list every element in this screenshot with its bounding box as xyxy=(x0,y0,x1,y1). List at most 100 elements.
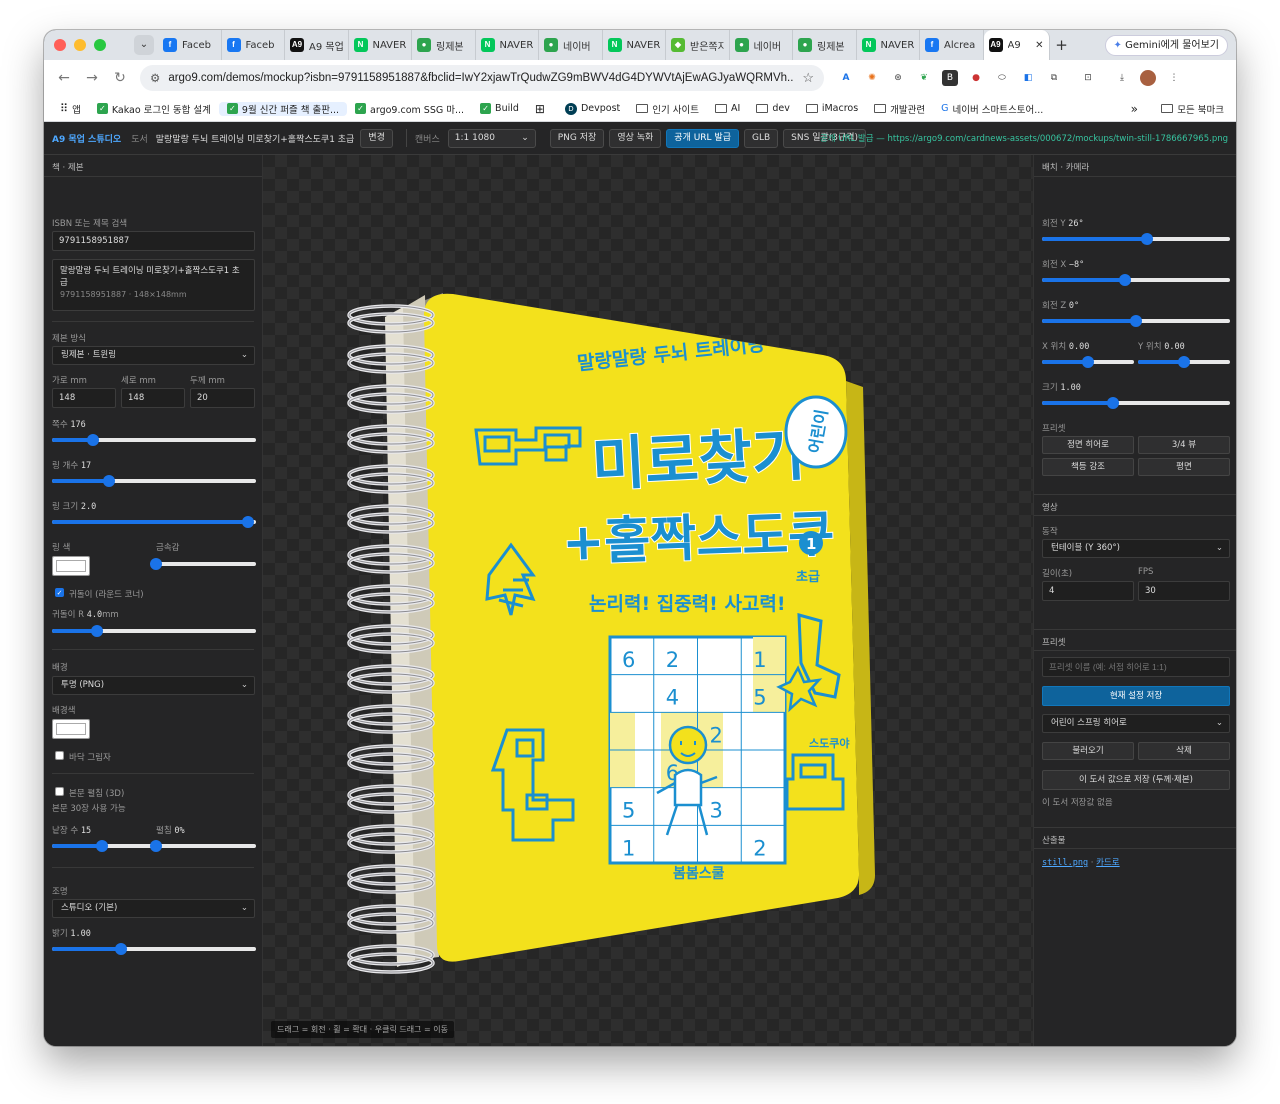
tab-search-button[interactable]: ⌄ xyxy=(134,35,154,55)
browser-tab[interactable]: ◆ 받은쪽지 xyxy=(666,30,730,60)
slider-thumb[interactable] xyxy=(1107,397,1120,409)
slider-thumb[interactable] xyxy=(1082,356,1094,368)
url-field[interactable]: ⚙ argo9.com/demos/mockup?isbn=9791158951… xyxy=(140,65,824,91)
pos-y-slider[interactable] xyxy=(1138,356,1230,368)
slider-thumb[interactable] xyxy=(1178,356,1190,368)
bookmark-item[interactable]: ✓ argo9.com SSG 마... xyxy=(347,102,472,116)
preset-name-input[interactable] xyxy=(1042,657,1230,677)
bg-color-swatch[interactable] xyxy=(52,719,90,739)
slider-thumb[interactable] xyxy=(241,516,254,528)
open-slider[interactable] xyxy=(150,840,256,852)
rot-y-slider[interactable] xyxy=(1042,233,1230,245)
binding-select[interactable]: 링제본 · 트윈링 ⌄ xyxy=(52,346,255,365)
close-window-button[interactable] xyxy=(54,39,66,51)
motion-select[interactable]: 턴테이블 (Y 360°) ⌄ xyxy=(1042,539,1230,558)
extension-b-icon[interactable]: B xyxy=(942,70,958,86)
close-tab-icon[interactable]: ✕ xyxy=(1035,40,1043,51)
bookmark-item[interactable]: G 네이버 스마트스토어... xyxy=(933,102,1051,116)
change-book-button[interactable]: 변경 xyxy=(360,128,393,148)
download-icon[interactable]: ⤓ xyxy=(1114,70,1130,86)
extension-pill-icon[interactable]: ⬭ xyxy=(994,70,1010,86)
spread-checkbox[interactable] xyxy=(55,787,64,796)
bookmark-item[interactable]: AI xyxy=(707,103,748,114)
back-icon[interactable]: ← xyxy=(50,70,78,86)
profile-avatar[interactable] xyxy=(1140,70,1156,86)
reload-icon[interactable]: ↻ xyxy=(106,70,134,86)
new-tab-button[interactable]: + xyxy=(1050,36,1074,54)
brightness-slider[interactable] xyxy=(52,943,256,955)
metal-slider[interactable] xyxy=(150,558,256,570)
browser-tab[interactable]: ● 링제본 xyxy=(793,30,857,60)
bookmark-item[interactable]: ✓ Build xyxy=(472,103,527,114)
browser-tab[interactable]: ● 네이버 xyxy=(730,30,793,60)
png-save-button[interactable]: PNG 저장 xyxy=(549,128,605,148)
preset-select[interactable]: 어린이 스프링 히어로 ⌄ xyxy=(1042,714,1230,733)
gemini-button[interactable]: ✦ Gemini에게 물어보기 xyxy=(1104,35,1228,56)
minimize-window-button[interactable] xyxy=(74,39,86,51)
delete-preset-button[interactable]: 삭제 xyxy=(1138,742,1230,760)
browser-tab[interactable]: N NAVER xyxy=(349,30,412,60)
canvas-size-select[interactable]: 1:1 1080 ⌄ xyxy=(447,128,536,148)
fps-input[interactable]: 30 xyxy=(1138,581,1230,601)
video-record-button[interactable]: 영상 녹화 xyxy=(609,128,662,148)
width-input[interactable]: 148 xyxy=(52,388,116,408)
screenshot-icon[interactable]: ⊡ xyxy=(1080,70,1096,86)
extensions-puzzle-icon[interactable]: ⧉ xyxy=(1046,70,1062,86)
slider-thumb[interactable] xyxy=(115,943,128,955)
browser-tab[interactable]: N NAVER xyxy=(476,30,539,60)
save-book-values-button[interactable]: 이 도서 값으로 저장 (두께·제본) xyxy=(1042,770,1230,790)
bookmark-star-icon[interactable]: ☆ xyxy=(802,70,814,86)
floor-shadow-checkbox[interactable] xyxy=(55,751,64,760)
round-corner-checkbox[interactable]: ✓ xyxy=(55,588,64,597)
bookmark-item[interactable]: 인기 사이트 xyxy=(628,102,707,116)
save-current-settings-button[interactable]: 현재 설정 저장 xyxy=(1042,686,1230,706)
browser-tab[interactable]: f Faceb xyxy=(222,30,285,60)
sidepanel-icon[interactable]: ◧ xyxy=(1020,70,1036,86)
zoom-window-button[interactable] xyxy=(94,39,106,51)
browser-tab[interactable]: f Faceb xyxy=(158,30,222,60)
book-mockup[interactable]: 말랑말랑 두뇌 트레이닝 미로찾기 +홀짝스도쿠 어린이 1 초급 논리력! 집… xyxy=(263,155,1033,1046)
slider-thumb[interactable] xyxy=(90,625,103,637)
length-input[interactable]: 4 xyxy=(1042,581,1134,601)
slider-thumb[interactable] xyxy=(103,475,116,487)
glb-export-button[interactable]: GLB xyxy=(744,128,779,148)
extension-leaf-icon[interactable]: ❦ xyxy=(916,70,932,86)
isbn-search-input[interactable]: 9791158951887 xyxy=(52,231,255,251)
slider-thumb[interactable] xyxy=(150,840,162,852)
extension-a-icon[interactable]: A xyxy=(838,70,854,86)
bookmark-item[interactable]: ✓ Kakao 로그인 동합 설계 xyxy=(89,102,219,116)
preset-front-hero-button[interactable]: 정면 히어로 xyxy=(1042,436,1134,454)
chatgpt-icon[interactable]: ⊛ xyxy=(890,70,906,86)
browser-tab[interactable]: f Alcrea xyxy=(920,30,984,60)
thickness-input[interactable]: 20 xyxy=(190,388,255,408)
output-card-link[interactable]: 카드로 xyxy=(1096,858,1119,868)
preset-three-quarter-button[interactable]: 3/4 뷰 xyxy=(1138,436,1230,454)
slider-thumb[interactable] xyxy=(150,558,162,570)
browser-tab[interactable]: ● 네이버 xyxy=(539,30,603,60)
height-input[interactable]: 148 xyxy=(121,388,185,408)
lighting-select[interactable]: 스튜디오 (기본) ⌄ xyxy=(52,899,255,918)
slider-thumb[interactable] xyxy=(1141,233,1154,245)
bookmarks-overflow-button[interactable]: » xyxy=(1131,102,1138,116)
scale-slider[interactable] xyxy=(1042,397,1230,409)
browser-menu-icon[interactable]: ⋮ xyxy=(1166,70,1182,86)
bookmark-item[interactable]: ⠿ 앱 xyxy=(52,102,89,116)
browser-tab[interactable]: A9 A9 ✕ xyxy=(983,30,1050,60)
publish-url-button[interactable]: 공개 URL 발급 xyxy=(666,128,739,148)
viewport-canvas[interactable]: 말랑말랑 두뇌 트레이닝 미로찾기 +홀짝스도쿠 어린이 1 초급 논리력! 집… xyxy=(263,155,1033,1046)
rot-z-slider[interactable] xyxy=(1042,315,1230,327)
bookmark-item[interactable]: ⊞ xyxy=(527,102,557,116)
all-bookmarks-button[interactable]: 모든 북마크 xyxy=(1153,102,1232,116)
bookmark-item[interactable]: D Devpost xyxy=(557,102,628,115)
preset-spine-button[interactable]: 책등 강조 xyxy=(1042,458,1134,476)
rings-slider[interactable] xyxy=(52,475,256,487)
bookmark-item[interactable]: ✓ 9월 신간 퍼즐 책 출판... xyxy=(218,101,348,116)
bookmark-item[interactable]: dev xyxy=(748,103,798,114)
browser-tab[interactable]: N NAVER xyxy=(603,30,666,60)
radius-slider[interactable] xyxy=(52,625,256,637)
browser-tab[interactable]: A9 A9 목업 xyxy=(285,30,349,60)
slider-thumb[interactable] xyxy=(96,840,108,852)
extension-mic-icon[interactable]: ● xyxy=(968,70,984,86)
ringsize-slider[interactable] xyxy=(52,516,256,528)
sheets-slider[interactable] xyxy=(52,840,152,852)
